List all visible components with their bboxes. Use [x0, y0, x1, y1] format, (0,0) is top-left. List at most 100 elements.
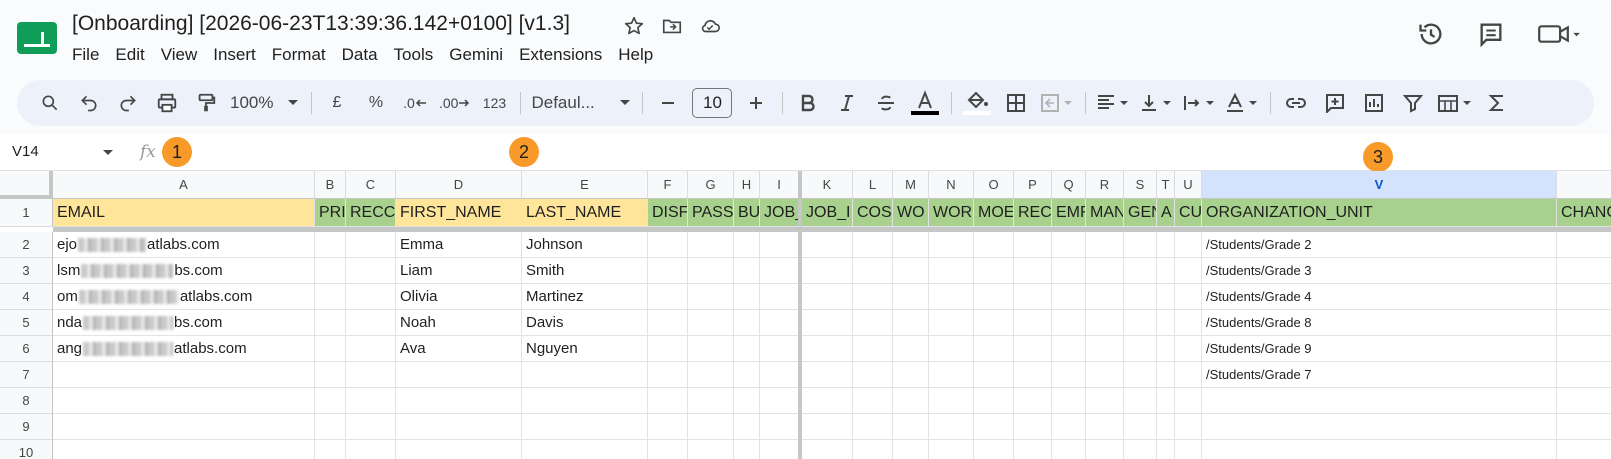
header-cell-l[interactable]: COS	[853, 199, 893, 227]
column-header-f[interactable]: F	[648, 171, 688, 199]
select-all-corner[interactable]	[0, 171, 53, 199]
last-name-cell[interactable]: Johnson	[522, 232, 648, 258]
move-folder-icon[interactable]	[660, 14, 684, 38]
comments-icon[interactable]	[1477, 20, 1505, 48]
menu-help[interactable]: Help	[610, 43, 661, 67]
chevron-down-icon[interactable]	[102, 146, 114, 164]
column-header-i[interactable]: I	[760, 171, 802, 199]
column-header-w[interactable]	[1557, 171, 1611, 199]
column-header-q[interactable]: Q	[1052, 171, 1086, 199]
column-header-l[interactable]: L	[853, 171, 893, 199]
header-cell-r[interactable]: MAN	[1086, 199, 1124, 227]
row-header[interactable]: 9	[0, 414, 53, 440]
version-history-icon[interactable]	[1417, 20, 1445, 48]
functions-icon[interactable]	[1482, 88, 1512, 118]
column-header-o[interactable]: O	[974, 171, 1014, 199]
last-name-cell[interactable]: Smith	[522, 258, 648, 284]
header-cell-m[interactable]: WO	[893, 199, 929, 227]
org-unit-cell[interactable]: /Students/Grade 2	[1202, 232, 1557, 258]
bold-icon[interactable]	[793, 88, 823, 118]
email-cell[interactable]: lsm bs.com	[53, 258, 315, 284]
column-header-d[interactable]: D	[396, 171, 522, 199]
menu-extensions[interactable]: Extensions	[511, 43, 610, 67]
header-cell-organization-unit[interactable]: ORGANIZATION_UNIT	[1202, 199, 1557, 227]
first-name-cell[interactable]: Liam	[396, 258, 522, 284]
column-header-t[interactable]: T	[1157, 171, 1175, 199]
paint-format-icon[interactable]	[191, 88, 221, 118]
insert-chart-icon[interactable]	[1359, 88, 1389, 118]
first-name-cell[interactable]: Noah	[396, 310, 522, 336]
header-cell-f[interactable]: DISF	[648, 199, 688, 227]
column-header-m[interactable]: M	[893, 171, 929, 199]
print-icon[interactable]	[152, 88, 182, 118]
column-header-b[interactable]: B	[315, 171, 346, 199]
column-header-u[interactable]: U	[1175, 171, 1202, 199]
cloud-status-icon[interactable]	[698, 14, 722, 38]
row-header[interactable]: 6	[0, 336, 53, 362]
row-header[interactable]: 8	[0, 388, 53, 414]
column-header-h[interactable]: H	[734, 171, 760, 199]
undo-icon[interactable]	[74, 88, 104, 118]
menu-edit[interactable]: Edit	[107, 43, 152, 67]
menu-tools[interactable]: Tools	[386, 43, 442, 67]
row-header[interactable]: 4	[0, 284, 53, 310]
header-cell-i[interactable]: JOB_	[760, 199, 802, 227]
header-cell-u[interactable]: CU	[1175, 199, 1202, 227]
column-header-v[interactable]: V	[1202, 171, 1557, 199]
row-header[interactable]: 1	[0, 199, 53, 227]
increase-decimal-button[interactable]: .00	[439, 88, 470, 118]
header-cell-k[interactable]: JOB_I	[802, 199, 853, 227]
menu-insert[interactable]: Insert	[205, 43, 264, 67]
header-cell-s[interactable]: GEN	[1124, 199, 1157, 227]
header-cell-h[interactable]: BU	[734, 199, 760, 227]
insert-comment-icon[interactable]	[1320, 88, 1350, 118]
org-unit-cell[interactable]: /Students/Grade 7	[1202, 362, 1557, 388]
header-cell-last-name[interactable]: LAST_NAME	[522, 199, 648, 227]
row-header[interactable]: 10	[0, 440, 53, 459]
italic-icon[interactable]	[832, 88, 862, 118]
text-wrapping-icon[interactable]	[1182, 88, 1216, 118]
format-currency-button[interactable]: £	[322, 88, 352, 118]
column-header-e[interactable]: E	[522, 171, 648, 199]
header-cell-first-name[interactable]: FIRST_NAME	[396, 199, 522, 227]
strikethrough-icon[interactable]	[871, 88, 901, 118]
filter-icon[interactable]	[1398, 88, 1428, 118]
column-header-c[interactable]: C	[346, 171, 396, 199]
header-cell-g[interactable]: PASS	[688, 199, 734, 227]
document-title[interactable]: [Onboarding] [2026-06-23T13:39:36.142+01…	[72, 12, 570, 36]
column-header-p[interactable]: P	[1014, 171, 1052, 199]
email-cell[interactable]: ang atlabs.com	[53, 336, 315, 362]
merge-cells-icon[interactable]	[1040, 88, 1074, 118]
first-name-cell[interactable]: Olivia	[396, 284, 522, 310]
column-header-r[interactable]: R	[1086, 171, 1124, 199]
insert-link-icon[interactable]	[1281, 88, 1311, 118]
column-header-k[interactable]: K	[802, 171, 853, 199]
text-rotation-icon[interactable]	[1225, 88, 1259, 118]
org-unit-cell[interactable]: /Students/Grade 3	[1202, 258, 1557, 284]
email-cell[interactable]: ejo atlabs.com	[53, 232, 315, 258]
header-cell-n[interactable]: WOR	[929, 199, 974, 227]
header-cell-email[interactable]: EMAIL	[53, 199, 315, 227]
column-header-n[interactable]: N	[929, 171, 974, 199]
header-cell-p[interactable]: REC	[1014, 199, 1052, 227]
last-name-cell[interactable]: Davis	[522, 310, 648, 336]
decrease-font-size-icon[interactable]	[653, 88, 683, 118]
org-unit-cell[interactable]: /Students/Grade 9	[1202, 336, 1557, 362]
more-formats-button[interactable]: 123	[479, 88, 509, 118]
borders-icon[interactable]	[1001, 88, 1031, 118]
name-box[interactable]: V14	[12, 143, 39, 160]
header-cell-q[interactable]: EMF	[1052, 199, 1086, 227]
row-header[interactable]: 5	[0, 310, 53, 336]
last-name-cell[interactable]: Martinez	[522, 284, 648, 310]
font-select[interactable]: Defaul...	[531, 88, 631, 118]
org-unit-cell[interactable]: /Students/Grade 4	[1202, 284, 1557, 310]
header-cell-b[interactable]: PRI	[315, 199, 346, 227]
filter-views-icon[interactable]	[1437, 88, 1473, 118]
column-header-s[interactable]: S	[1124, 171, 1157, 199]
row-header[interactable]: 3	[0, 258, 53, 284]
font-size-input[interactable]: 10	[692, 88, 733, 118]
redo-icon[interactable]	[113, 88, 143, 118]
column-header-g[interactable]: G	[688, 171, 734, 199]
increase-font-size-icon[interactable]	[741, 88, 771, 118]
vertical-align-icon[interactable]	[1139, 88, 1173, 118]
